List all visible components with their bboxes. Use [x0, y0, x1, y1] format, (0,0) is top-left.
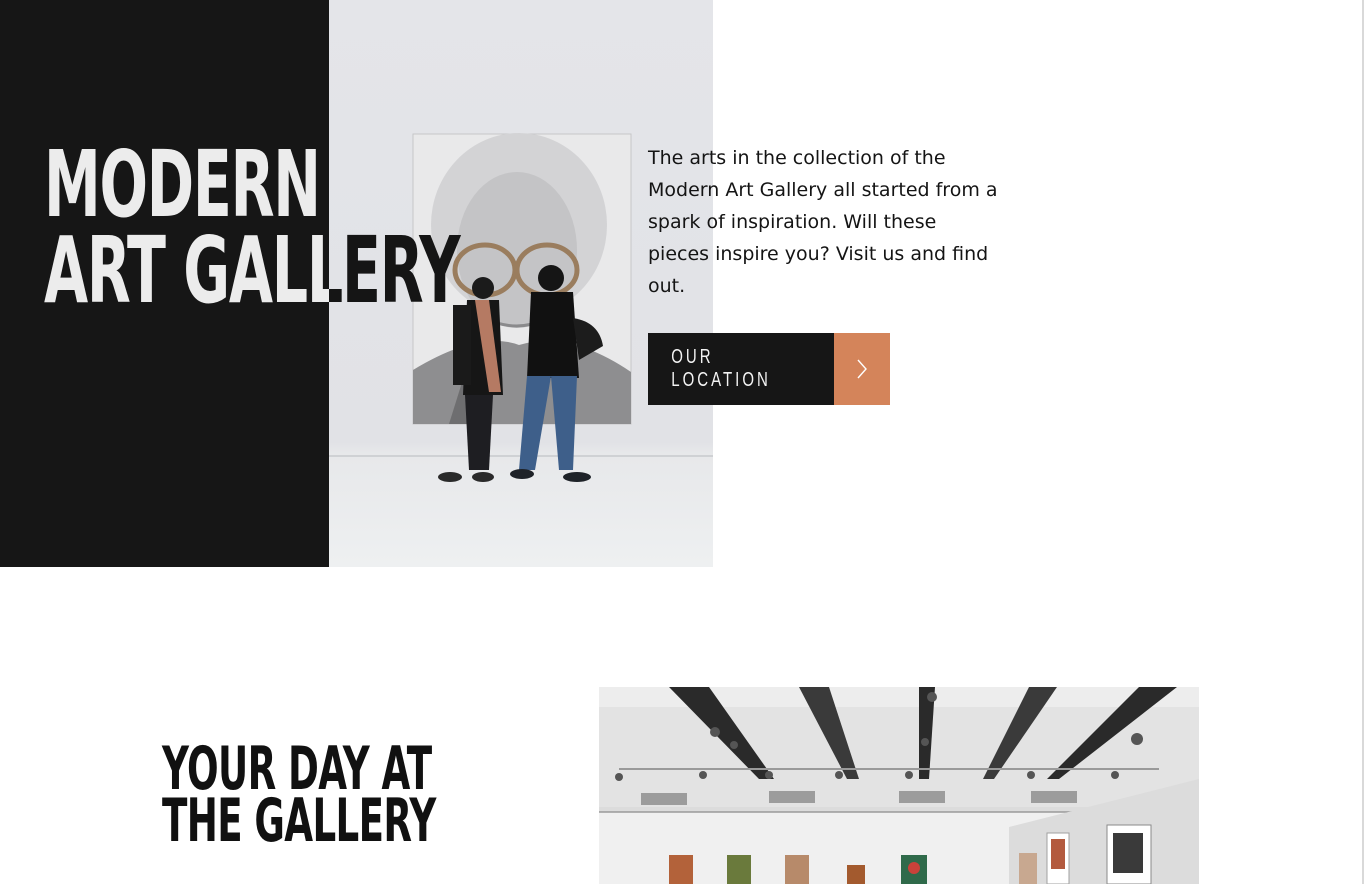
- gallery-interior-photo: [599, 687, 1199, 884]
- hero-title-overlay-line-2: ART GALLERY: [329, 217, 461, 324]
- cta-arrow-box[interactable]: [834, 333, 890, 405]
- our-location-label: OUR LOCATION: [671, 346, 771, 391]
- our-location-label-box[interactable]: OUR LOCATION: [648, 333, 834, 405]
- hero-title: MODERN ART GALLERY: [44, 131, 329, 324]
- day-at-gallery-title: YOUR DAY AT THE GALLERY: [162, 739, 436, 856]
- day-title-line-2: THE GALLERY: [162, 786, 436, 856]
- hero-title-overlay: MODERN ART GALLERY: [329, 142, 461, 324]
- gallery-interior-scene: [599, 687, 1199, 884]
- hero-title-light-clip: MODERN ART GALLERY: [0, 0, 329, 567]
- hero-description: The arts in the collection of the Modern…: [648, 147, 998, 297]
- hero-title-overlay-line-1: MODERN: [329, 142, 459, 228]
- chevron-right-icon: [857, 359, 867, 379]
- hero-title-line-2: ART GALLERY: [44, 217, 329, 324]
- our-location-button[interactable]: OUR LOCATION: [648, 333, 890, 405]
- hero-title-line-1: MODERN: [44, 131, 321, 238]
